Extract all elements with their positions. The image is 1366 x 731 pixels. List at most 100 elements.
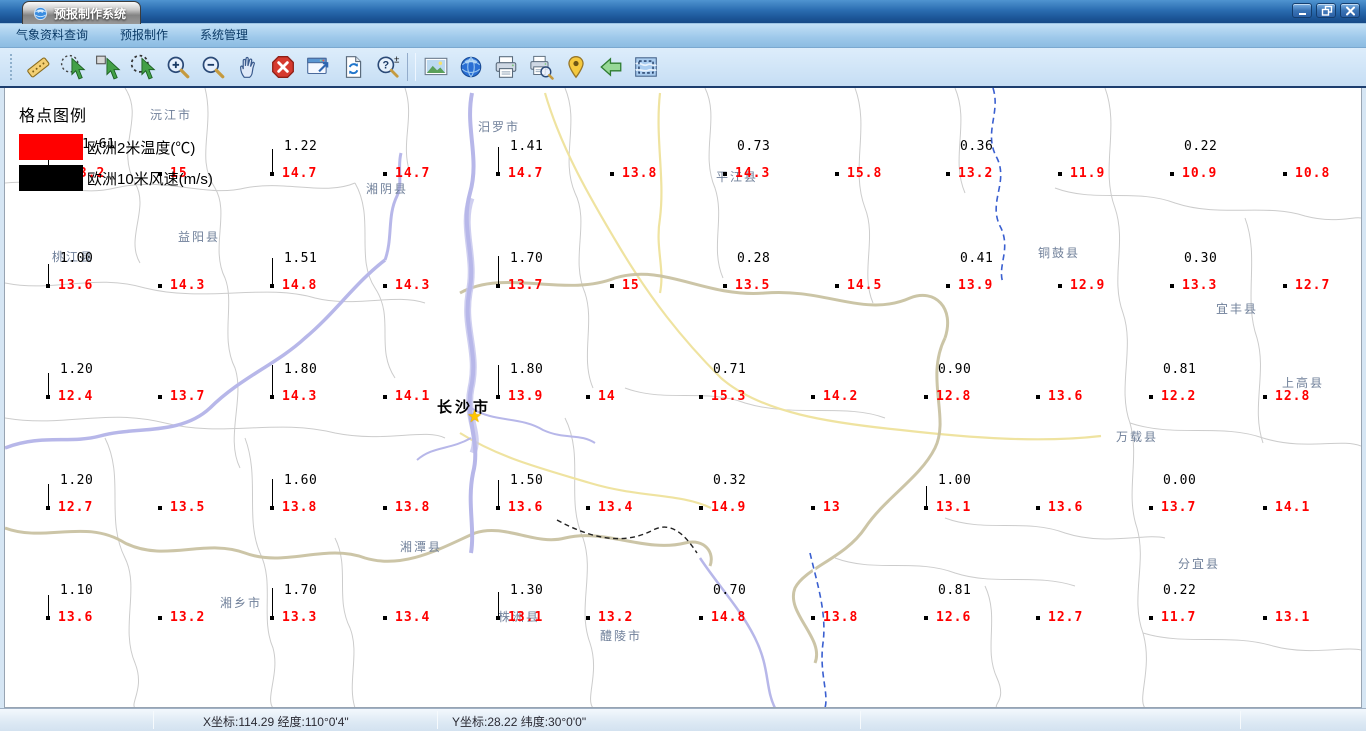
- map-export-button[interactable]: [628, 50, 663, 84]
- grid-point-dot: [610, 284, 614, 288]
- temperature-value: 12.2: [1161, 389, 1197, 404]
- grid-point-dot: [699, 395, 703, 399]
- menu-bar: 气象资料查询 预报制作 系统管理: [0, 24, 1366, 48]
- legend-label: 欧洲10米风速(m/s): [87, 170, 213, 188]
- wind-speed-value: 0.90: [938, 362, 972, 377]
- grid-point-dot: [699, 616, 703, 620]
- grid-point-dot: [1036, 506, 1040, 510]
- wind-speed-value: 1.00: [938, 473, 972, 488]
- temperature-value: 13.1: [1275, 610, 1311, 625]
- wind-speed-value: 0.81: [1163, 362, 1197, 377]
- temperature-value: 13.3: [282, 610, 318, 625]
- new-window-button[interactable]: [300, 50, 335, 84]
- wind-barb: [498, 256, 499, 286]
- print-preview-icon: [529, 55, 554, 80]
- temperature-value: 13.9: [508, 389, 544, 404]
- ruler-icon: [26, 57, 49, 78]
- wind-speed-value: 0.73: [737, 139, 771, 154]
- temperature-value: 15.8: [847, 166, 883, 181]
- legend-title: 格点图例: [19, 108, 88, 125]
- close-button[interactable]: [1340, 3, 1360, 18]
- pin-icon: [567, 56, 584, 79]
- back-button[interactable]: [593, 50, 628, 84]
- temperature-value: 14.7: [508, 166, 544, 181]
- map-canvas[interactable]: 格点图例 欧洲2米温度(℃) 欧洲10米风速(m/s) 13.2 1.61 15 14.…: [4, 88, 1362, 708]
- wind-barb: [48, 373, 49, 397]
- wind-speed-value: 0.28: [737, 251, 771, 266]
- wind-speed-value: 1.70: [284, 583, 318, 598]
- globe-button[interactable]: [453, 50, 488, 84]
- temperature-value: 13.7: [1161, 500, 1197, 515]
- status-bar: X坐标:114.29 经度:110°0'4" Y坐标:28.22 纬度:30°0…: [0, 708, 1366, 731]
- temperature-value: 14.5: [847, 278, 883, 293]
- temperature-value: 14.7: [395, 166, 431, 181]
- wind-speed-value: 1.20: [60, 362, 94, 377]
- city-label: 分宜县: [1178, 557, 1221, 571]
- image-icon: [424, 57, 447, 76]
- minimize-button[interactable]: [1292, 3, 1312, 18]
- ruler-button[interactable]: [20, 50, 55, 84]
- temperature-value: 14.3: [735, 166, 771, 181]
- toolbar-grip[interactable]: [10, 54, 13, 80]
- status-separator: [860, 711, 861, 729]
- grid-point-dot: [1058, 172, 1062, 176]
- grid-point-dot: [1283, 284, 1287, 288]
- menu-item-1[interactable]: 气象资料查询: [0, 24, 104, 47]
- temperature-value: 11.7: [1161, 610, 1197, 625]
- temperature-value: 13.2: [958, 166, 994, 181]
- stop-button[interactable]: [265, 50, 300, 84]
- wind-barb: [498, 480, 499, 508]
- status-separator: [437, 711, 438, 729]
- temperature-value: 12.4: [58, 389, 94, 404]
- legend-swatch: [19, 134, 83, 160]
- grid-point-dot: [586, 395, 590, 399]
- identify-button[interactable]: ? ±: [370, 50, 405, 84]
- city-label: 汨罗市: [478, 120, 521, 134]
- legend-label: 欧洲2米温度(℃): [87, 139, 196, 157]
- image-button[interactable]: [418, 50, 453, 84]
- pan-button[interactable]: [230, 50, 265, 84]
- grid-point-dot: [1263, 616, 1267, 620]
- refresh-button[interactable]: [335, 50, 370, 84]
- wind-barb: [272, 149, 273, 174]
- menu-item-3[interactable]: 系统管理: [184, 24, 264, 47]
- grid-point-dot: [383, 616, 387, 620]
- wind-barb: [272, 365, 273, 397]
- city-label: 铜鼓县: [1038, 246, 1081, 260]
- pin-button[interactable]: [558, 50, 593, 84]
- select-lasso-button[interactable]: [55, 50, 90, 84]
- grid-point-dot: [946, 172, 950, 176]
- restore-button[interactable]: [1316, 3, 1336, 18]
- wind-speed-value: 1.22: [284, 139, 318, 154]
- legend-item-2: 欧洲10米风速(m/s): [19, 165, 213, 191]
- wind-speed-value: 1.20: [60, 473, 94, 488]
- wind-barb: [498, 365, 499, 397]
- temperature-value: 13.1: [936, 500, 972, 515]
- wind-speed-value: 0.71: [713, 362, 747, 377]
- menu-item-2[interactable]: 预报制作: [104, 24, 184, 47]
- wind-speed-value: 0.30: [1184, 251, 1218, 266]
- wind-barb: [48, 484, 49, 508]
- wind-speed-value: 0.41: [960, 251, 994, 266]
- grid-point-dot: [1036, 395, 1040, 399]
- select-box-button[interactable]: [90, 50, 125, 84]
- zoom-in-button[interactable]: [160, 50, 195, 84]
- grid-point-dot: [924, 616, 928, 620]
- status-separator: [1240, 711, 1241, 729]
- refresh-icon: [345, 56, 361, 78]
- temperature-value: 12.8: [936, 389, 972, 404]
- print-button[interactable]: [488, 50, 523, 84]
- grid-point-dot: [1036, 616, 1040, 620]
- zoom-out-icon: [202, 56, 224, 79]
- print-icon: [495, 56, 516, 78]
- zoom-out-button[interactable]: [195, 50, 230, 84]
- select-circle-button[interactable]: [125, 50, 160, 84]
- wind-speed-value: 1.70: [510, 251, 544, 266]
- grid-point-dot: [1170, 284, 1174, 288]
- print-preview-button[interactable]: [523, 50, 558, 84]
- window-title-tab[interactable]: 预报制作系统: [22, 1, 142, 24]
- wind-barb: [272, 588, 273, 618]
- minimize-icon: [1298, 13, 1306, 15]
- pan-icon: [239, 56, 255, 78]
- temperature-value: 13.6: [58, 278, 94, 293]
